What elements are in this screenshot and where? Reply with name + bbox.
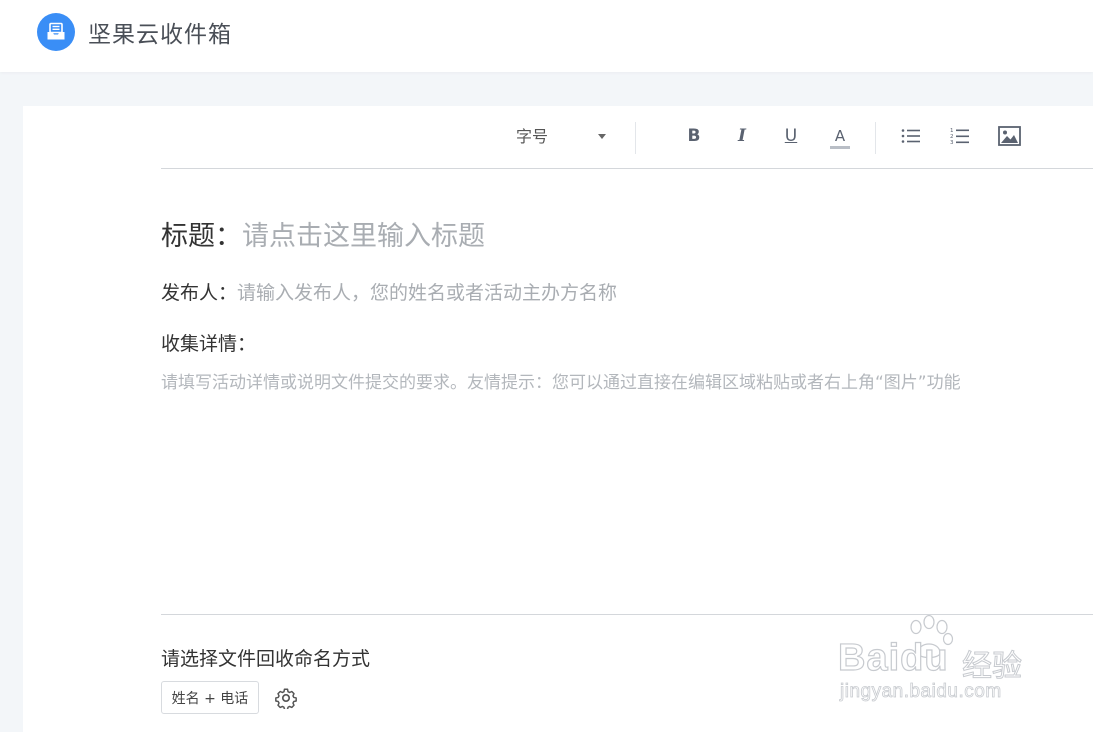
gear-icon [275,688,297,711]
font-color-button[interactable]: A [826,122,854,150]
underline-icon: U [784,126,798,146]
bold-button[interactable]: B [680,122,708,150]
details-label: 收集详情： [161,333,257,355]
font-color-bar [830,146,850,149]
italic-icon: I [738,126,746,146]
font-size-dropdown[interactable]: 字号 [516,124,616,150]
image-icon [997,126,1021,146]
underline-button[interactable]: U [777,122,805,150]
insert-image-button[interactable] [995,122,1023,150]
naming-option-button[interactable]: 姓名 + 电话 [161,681,259,714]
baidu-watermark: Baidu 经验 jingyan.baidu.com [837,615,1038,715]
numbered-list-button[interactable]: 1 2 3 [946,122,974,150]
publisher-label: 发布人： [161,282,238,304]
title-field[interactable]: 标题：请点击这里输入标题 [161,214,485,253]
font-color-icon: A [834,127,846,145]
svg-text:3: 3 [950,140,954,145]
top-bar: 坚果云收件箱 [0,0,1093,72]
bold-icon: B [687,126,701,146]
watermark-url: jingyan.baidu.com [840,681,1002,703]
toolbar-divider [875,122,876,154]
numbered-list-icon: 1 2 3 [950,128,969,145]
italic-button[interactable]: I [728,122,756,150]
app-title: 坚果云收件箱 [88,22,232,48]
publisher-placeholder: 请输入发布人，您的姓名或者活动主办方名称 [237,282,618,304]
editor-toolbar: 字号 B I U A 1 2 3 [161,106,1093,169]
font-size-label: 字号 [516,127,549,146]
toolbar-divider [635,122,636,154]
bullet-list-icon [901,129,920,143]
inbox-tray-icon[interactable] [37,13,75,51]
details-editor[interactable]: 请填写活动详情或说明文件提交的要求。友情提示：您可以通过直接在编辑区域粘贴或者右… [161,368,1093,393]
watermark-brand-cn: 经验 [962,649,1023,685]
publisher-field[interactable]: 发布人：请输入发布人，您的姓名或者活动主办方名称 [161,278,617,305]
title-placeholder: 请点击这里输入标题 [242,221,485,252]
bullet-list-button[interactable] [897,122,925,150]
naming-settings-button[interactable] [275,687,297,711]
caret-down-icon [598,134,606,139]
title-label: 标题： [161,221,242,252]
watermark-brand: Baidu [837,636,949,679]
naming-label: 请选择文件回收命名方式 [161,648,371,670]
